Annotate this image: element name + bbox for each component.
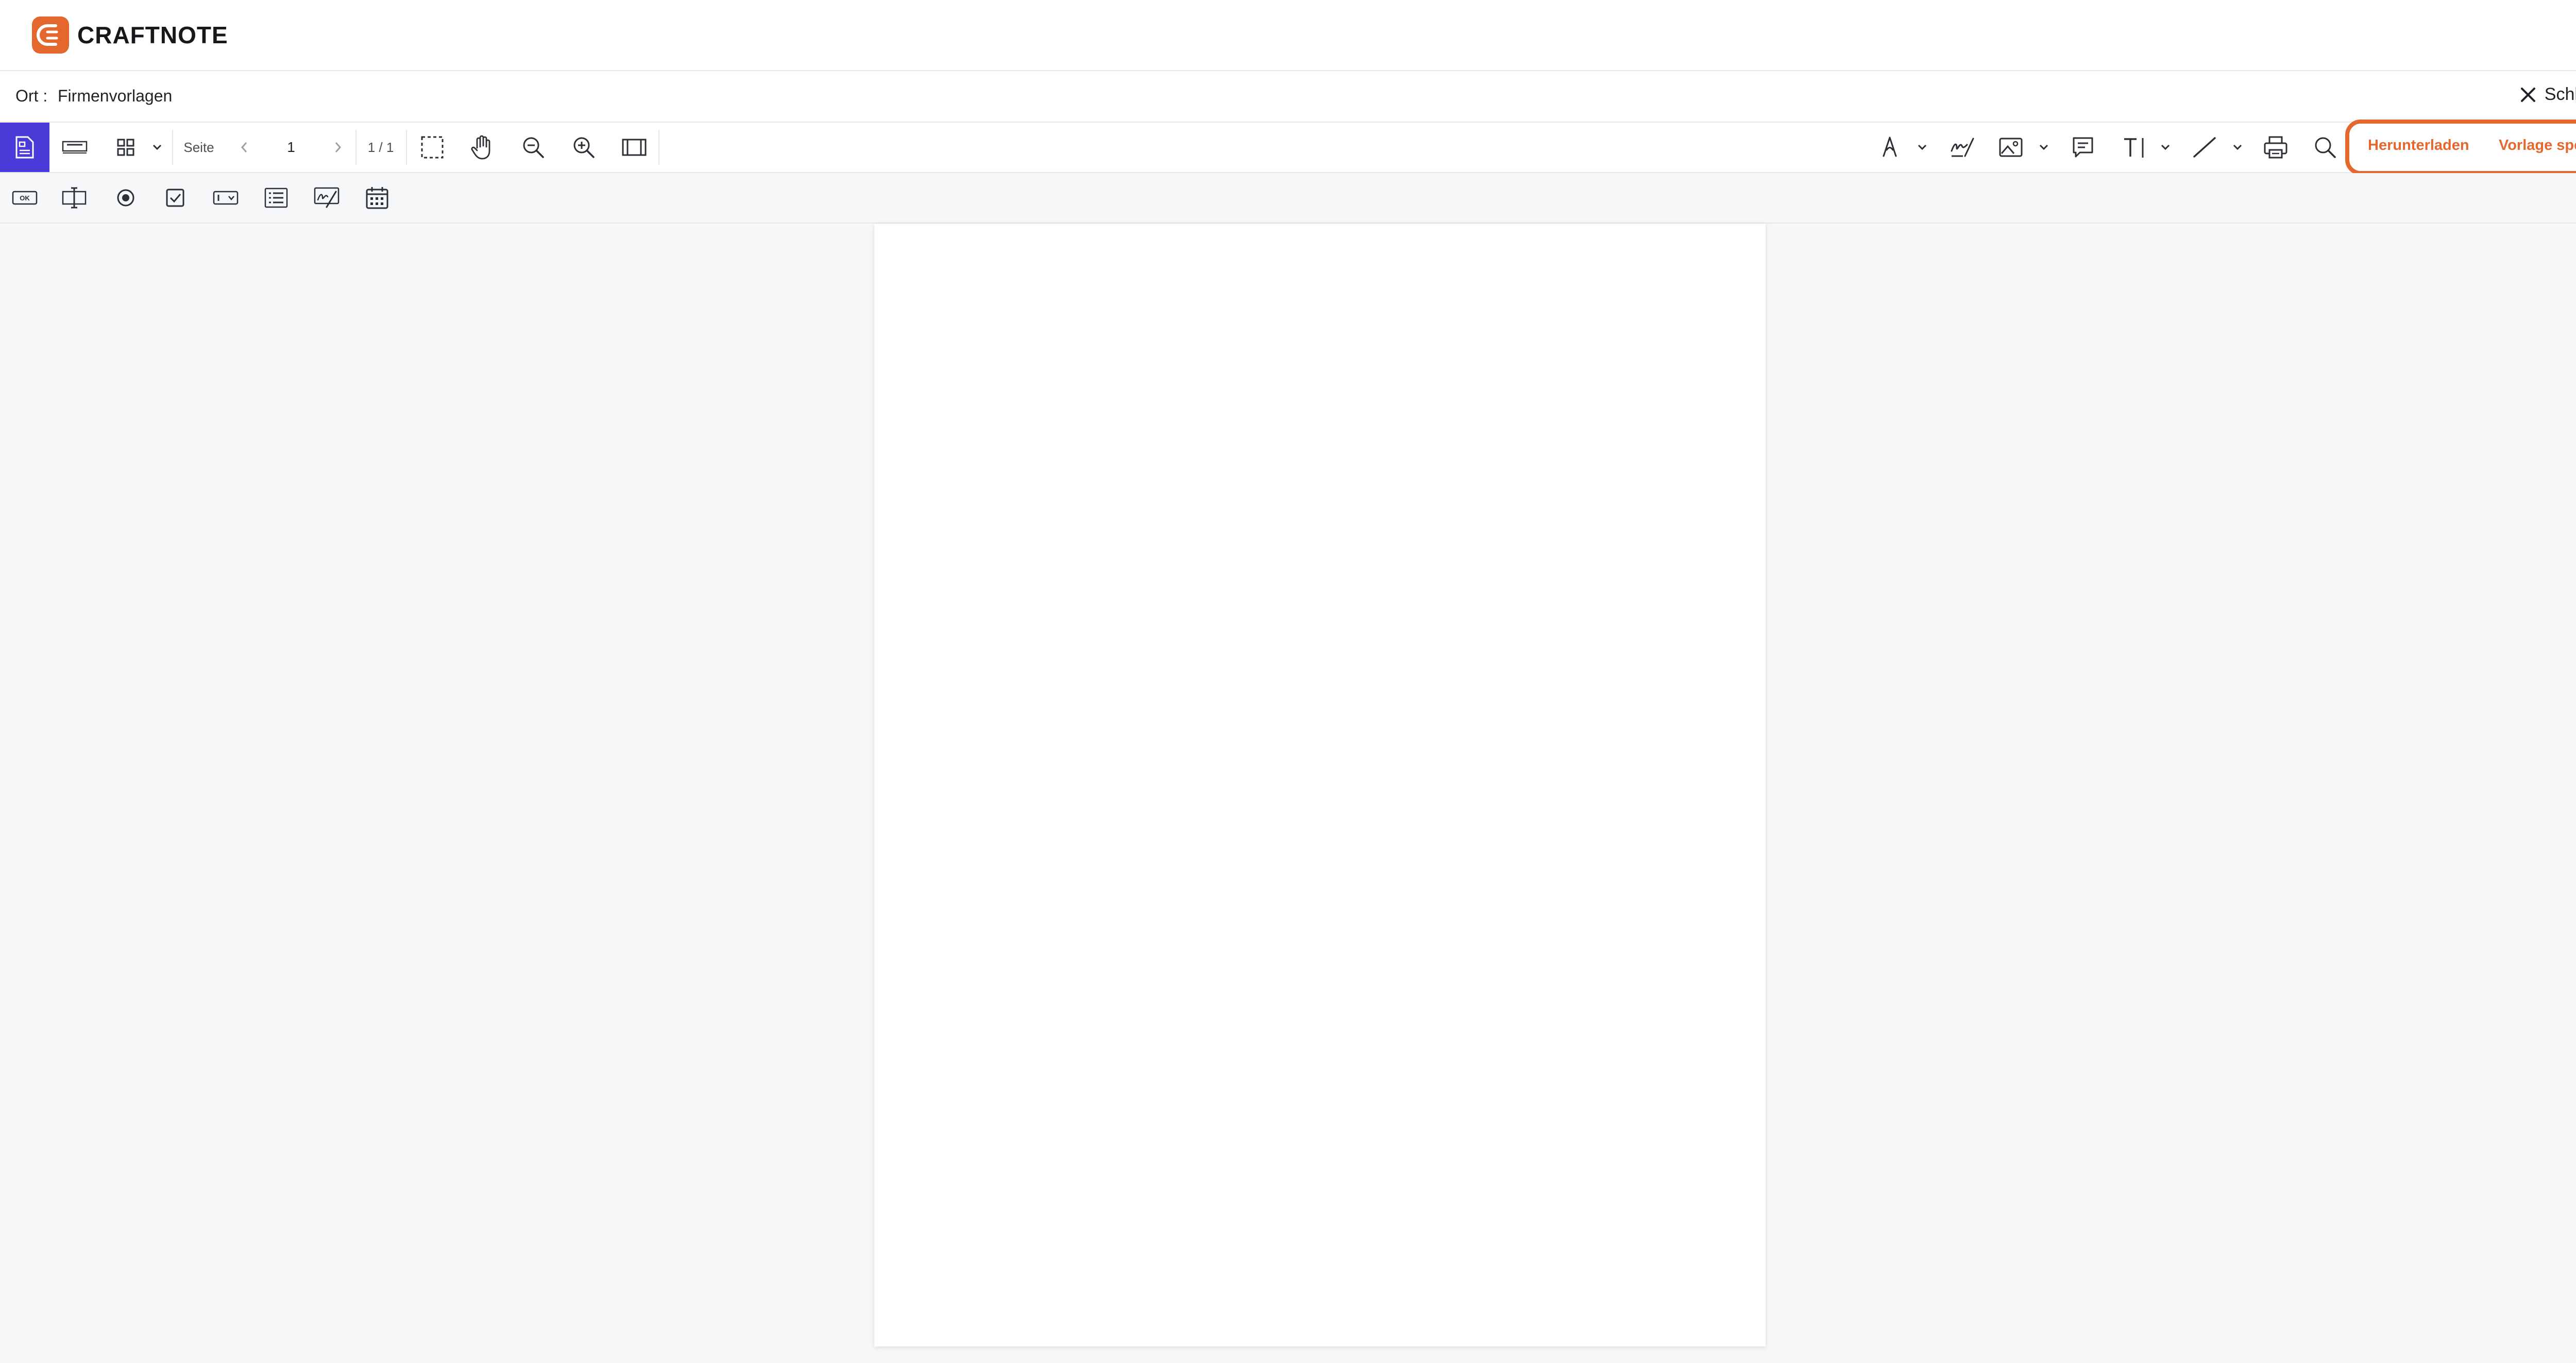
signature-icon [1951, 138, 1974, 157]
location-bar: Ort : Firmenvorlagen Schließen [0, 71, 2576, 123]
form-fields-toolbar: OK [0, 173, 2576, 224]
text-tool-dropdown[interactable] [2158, 123, 2173, 172]
signature-button[interactable] [1944, 123, 1980, 172]
location-label: Ort : [15, 87, 48, 105]
location-value: Firmenvorlagen [58, 87, 173, 105]
pan-button[interactable] [464, 123, 500, 172]
print-icon [2264, 136, 2287, 159]
page-label-text: Seite [183, 139, 214, 155]
dropdown-field-tool[interactable] [209, 173, 242, 223]
chevron-down-icon [2161, 144, 2170, 150]
fit-page-icon [622, 139, 647, 156]
button-field-label: OK [20, 194, 30, 202]
pan-hand-icon [471, 135, 490, 160]
checkbox-tool[interactable] [159, 173, 192, 223]
list-box-tool[interactable] [260, 173, 293, 223]
image-tool-button[interactable] [1994, 123, 2028, 172]
download-button[interactable]: Herunterladen [2368, 137, 2469, 154]
close-label: Schließen [2544, 84, 2576, 104]
signature-field-icon [314, 187, 340, 208]
text-tool-button[interactable] [2117, 123, 2151, 172]
page-count-text: 1 / 1 [367, 139, 394, 155]
pen-icon [1883, 137, 1897, 157]
chevron-left-icon [241, 142, 247, 152]
zoom-in-button[interactable] [566, 123, 602, 172]
text-field-icon [62, 187, 87, 209]
print-button[interactable] [2259, 123, 2293, 172]
dropdown-field-icon [213, 191, 239, 205]
comment-icon [2073, 137, 2093, 158]
next-page-button[interactable] [323, 123, 353, 172]
previous-page-button[interactable] [229, 123, 260, 172]
chevron-down-icon [2039, 144, 2048, 150]
line-tool-icon [2193, 137, 2216, 158]
thumbnails-button[interactable] [111, 123, 140, 172]
zoom-out-button[interactable] [515, 123, 551, 172]
chevron-down-icon [2233, 144, 2242, 150]
search-button[interactable] [2308, 123, 2342, 172]
toolbar-divider [172, 130, 173, 165]
craftnote-logo-icon [32, 16, 69, 54]
button-field-icon: OK [12, 191, 38, 205]
document-panel-icon [15, 136, 34, 159]
chevron-down-icon [1918, 144, 1927, 150]
line-tool-dropdown[interactable] [2230, 123, 2245, 172]
save-template-button[interactable]: Vorlage speichern [2499, 137, 2576, 154]
chevron-down-icon [152, 144, 162, 150]
annotation-label-icon [62, 141, 88, 154]
image-tool-dropdown[interactable] [2036, 123, 2052, 172]
thumbnails-grid-icon [117, 139, 134, 156]
toolbar-divider [355, 130, 357, 165]
page-count: 1 / 1 [359, 123, 403, 172]
pen-tool-dropdown[interactable] [1914, 123, 1930, 172]
checkbox-icon [166, 189, 184, 207]
image-icon [1999, 138, 2023, 157]
text-tool-icon [2124, 138, 2144, 158]
zoom-in-icon [573, 137, 595, 158]
document-actions: Herunterladen Vorlage speichern [2345, 120, 2576, 175]
fit-page-button[interactable] [616, 123, 652, 172]
date-field-tool[interactable] [361, 173, 394, 223]
line-tool-button[interactable] [2188, 123, 2222, 172]
list-box-icon [264, 188, 288, 208]
toolbar-divider [658, 130, 659, 165]
app-header: CRAFTNOTE [0, 0, 2576, 71]
main-toolbar: Seite 1 / 1 [0, 123, 2576, 173]
search-icon [2315, 137, 2336, 158]
radio-button-tool[interactable] [109, 173, 142, 223]
signature-field-tool[interactable] [310, 173, 343, 223]
comment-button[interactable] [2066, 123, 2100, 172]
annotation-label-button[interactable] [58, 123, 92, 172]
pen-tool-button[interactable] [1873, 123, 1906, 172]
chevron-right-icon [335, 142, 342, 152]
page-number-input[interactable] [268, 130, 314, 165]
close-icon [2520, 87, 2535, 102]
close-button[interactable]: Schließen [2519, 84, 2576, 105]
page-label: Seite [178, 123, 219, 172]
marquee-select-icon [421, 136, 444, 159]
brand-logo[interactable]: CRAFTNOTE [32, 16, 228, 54]
toolbar-divider [406, 130, 407, 165]
date-field-icon [366, 187, 388, 209]
brand-name: CRAFTNOTE [77, 22, 228, 48]
radio-button-icon [117, 189, 134, 207]
document-viewer[interactable] [0, 224, 2576, 1363]
document-panel-button[interactable] [0, 123, 49, 172]
pdf-page[interactable] [874, 224, 1766, 1347]
text-field-tool[interactable] [58, 173, 91, 223]
zoom-out-icon [523, 137, 544, 158]
thumbnails-dropdown[interactable] [149, 123, 165, 172]
marquee-select-button[interactable] [414, 123, 450, 172]
button-field-tool[interactable]: OK [8, 173, 41, 223]
